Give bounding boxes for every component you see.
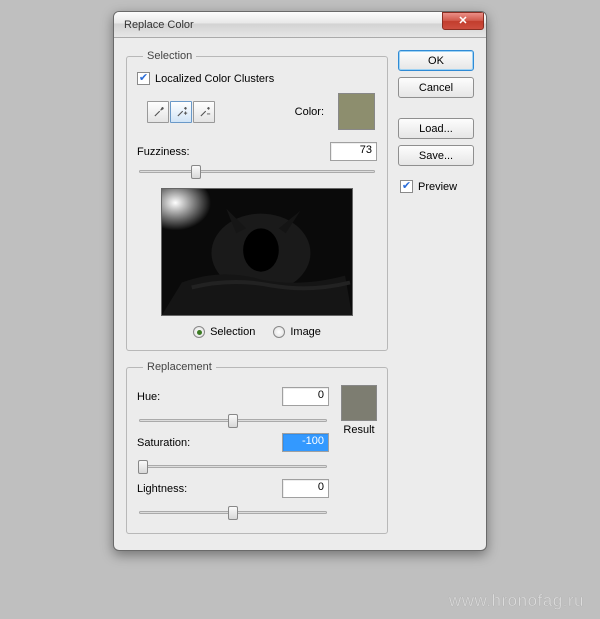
result-label: Result	[343, 424, 374, 436]
preview-label: Preview	[418, 181, 457, 193]
mode-image-label: Image	[290, 326, 321, 338]
radio-icon	[273, 326, 285, 338]
replace-color-dialog: Replace Color ✕ Selection ✔ Localized Co…	[113, 11, 487, 551]
hue-slider[interactable]	[139, 413, 327, 429]
mode-selection-label: Selection	[210, 326, 255, 338]
saturation-input[interactable]: -100	[282, 433, 329, 452]
preview-checkbox[interactable]: ✔	[400, 180, 413, 193]
watermark: www.hronofag.ru	[449, 591, 584, 611]
ok-button[interactable]: OK	[398, 50, 474, 71]
saturation-thumb[interactable]	[138, 460, 148, 474]
eyedropper-minus-icon[interactable]	[193, 101, 215, 123]
save-button[interactable]: Save...	[398, 145, 474, 166]
lightness-slider[interactable]	[139, 505, 327, 521]
mode-image-radio[interactable]: Image	[273, 326, 321, 338]
replacement-group: Replacement Hue: 0 Saturation:	[126, 361, 388, 534]
titlebar[interactable]: Replace Color ✕	[114, 12, 486, 38]
load-button[interactable]: Load...	[398, 118, 474, 139]
saturation-slider[interactable]	[139, 459, 327, 475]
eyedropper-tools	[147, 101, 215, 123]
eyedropper-icon[interactable]	[147, 101, 169, 123]
result-swatch[interactable]	[341, 385, 377, 421]
fuzziness-input[interactable]: 73	[330, 142, 377, 161]
hue-input[interactable]: 0	[282, 387, 329, 406]
preview-row[interactable]: ✔ Preview	[398, 180, 474, 193]
hue-row: Hue: 0	[137, 387, 329, 406]
color-swatch[interactable]	[338, 93, 375, 130]
radio-icon	[193, 326, 205, 338]
eyedropper-row: Color:	[137, 93, 377, 130]
slider-track	[139, 170, 375, 173]
check-icon: ✔	[139, 73, 148, 84]
fuzziness-thumb[interactable]	[191, 165, 201, 179]
fuzziness-row: Fuzziness: 73	[137, 142, 377, 161]
localized-checkbox[interactable]: ✔	[137, 72, 150, 85]
selection-legend: Selection	[143, 50, 196, 62]
selection-group: Selection ✔ Localized Color Clusters	[126, 50, 388, 351]
eyedropper-plus-icon[interactable]	[170, 101, 192, 123]
close-button[interactable]: ✕	[442, 12, 484, 30]
cancel-button[interactable]: Cancel	[398, 77, 474, 98]
mode-selection-radio[interactable]: Selection	[193, 326, 255, 338]
preview-mode-row: Selection Image	[137, 326, 377, 338]
localized-clusters-row[interactable]: ✔ Localized Color Clusters	[137, 72, 377, 85]
saturation-row: Saturation: -100	[137, 433, 329, 452]
replacement-legend: Replacement	[143, 361, 216, 373]
saturation-label: Saturation:	[137, 437, 274, 449]
hue-label: Hue:	[137, 391, 274, 403]
lightness-input[interactable]: 0	[282, 479, 329, 498]
close-icon: ✕	[458, 14, 467, 27]
result-column: Result	[341, 385, 377, 436]
color-label: Color:	[295, 106, 324, 118]
check-icon: ✔	[402, 181, 411, 192]
selection-preview	[161, 188, 353, 316]
window-title: Replace Color	[124, 19, 442, 31]
dialog-content: Selection ✔ Localized Color Clusters	[114, 38, 486, 550]
left-column: Selection ✔ Localized Color Clusters	[126, 50, 388, 534]
fuzziness-slider[interactable]	[139, 164, 375, 180]
lightness-row: Lightness: 0	[137, 479, 329, 498]
lightness-label: Lightness:	[137, 483, 274, 495]
localized-label: Localized Color Clusters	[155, 73, 274, 85]
lightness-thumb[interactable]	[228, 506, 238, 520]
right-column: OK Cancel Load... Save... ✔ Preview	[398, 50, 474, 534]
fuzziness-label: Fuzziness:	[137, 146, 322, 158]
hue-thumb[interactable]	[228, 414, 238, 428]
